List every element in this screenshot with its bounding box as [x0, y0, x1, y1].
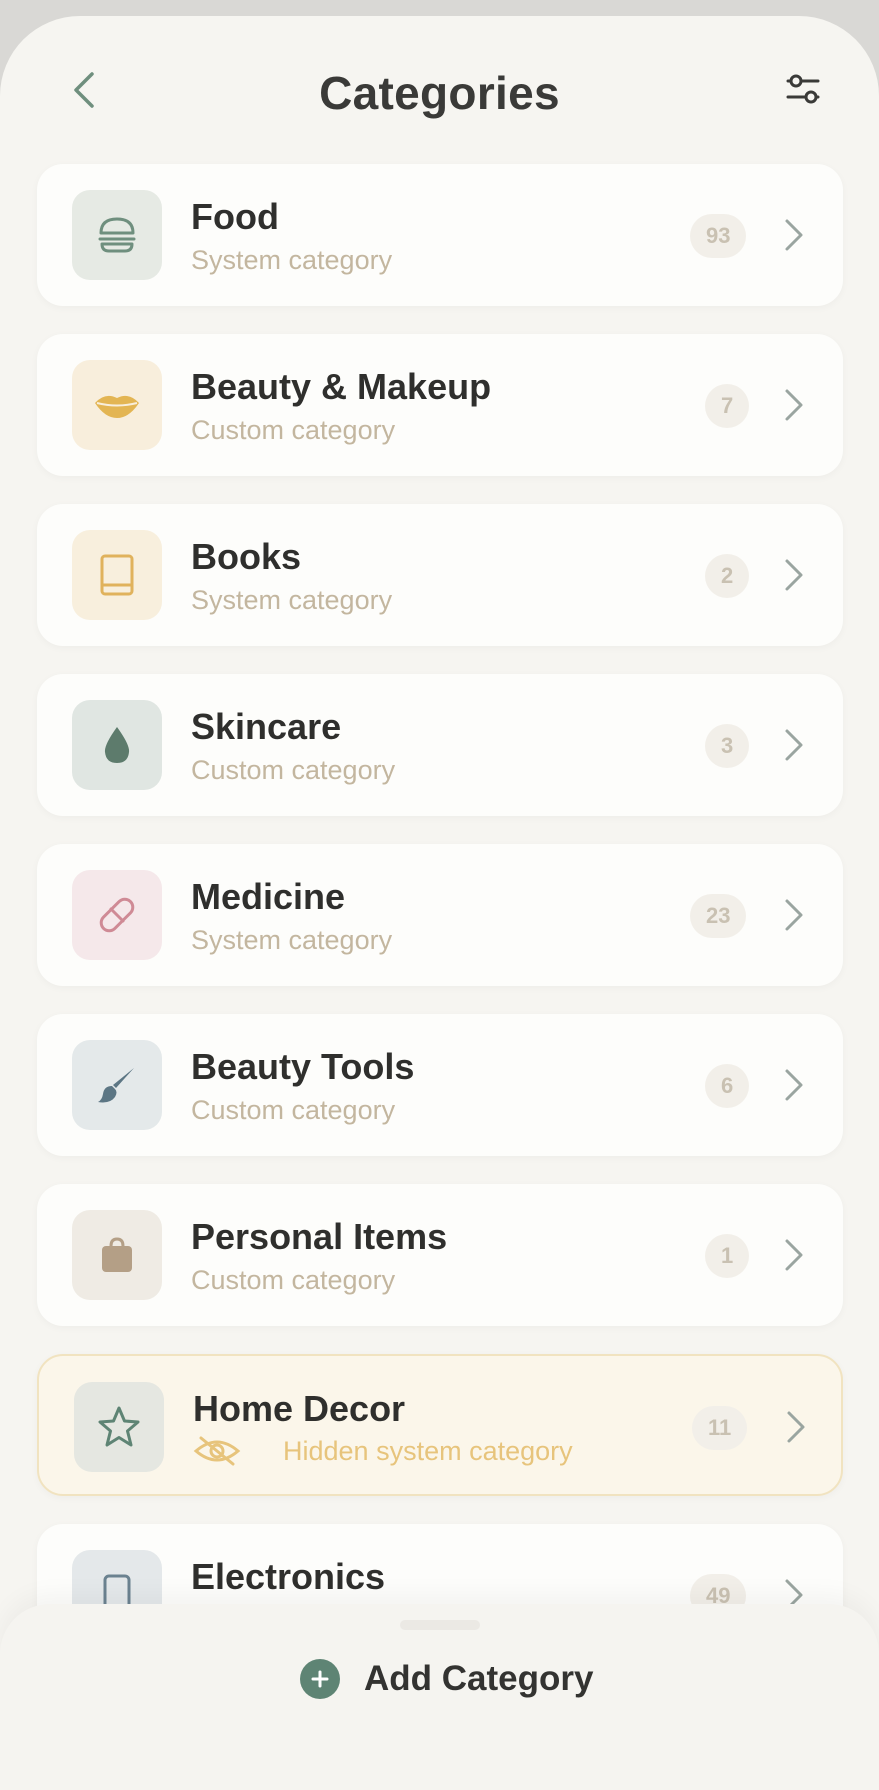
category-icon-box: [72, 530, 162, 620]
category-icon-box: [72, 870, 162, 960]
category-name: Beauty Tools: [191, 1046, 415, 1087]
category-name: Beauty & Makeup: [191, 366, 492, 407]
category-icon-box: [72, 1040, 162, 1130]
chevron-right-icon: [785, 219, 803, 251]
plus-icon: [300, 1659, 340, 1699]
chevron-right-icon: [785, 899, 803, 931]
item-count-badge: 7: [705, 384, 750, 428]
eye-off-icon: [193, 1436, 241, 1466]
drop-icon: [104, 727, 130, 763]
category-name: Skincare: [191, 706, 342, 747]
category-card-home-decor[interactable]: Home Decor Hidden system category 11: [37, 1354, 843, 1496]
burger-icon: [98, 217, 136, 253]
item-count-badge: 1: [705, 1234, 750, 1278]
chevron-right-icon: [785, 1239, 803, 1271]
category-name: Personal Items: [191, 1216, 448, 1257]
category-icon-box: [72, 1210, 162, 1300]
category-card-books[interactable]: Books System category 2: [37, 504, 843, 646]
app-screen: Categories Food System category 93 Beaut…: [0, 16, 879, 1790]
filter-button[interactable]: [778, 64, 828, 114]
category-name: Home Decor: [193, 1388, 406, 1429]
category-icon-box: [72, 190, 162, 280]
category-card-beauty-makeup[interactable]: Beauty & Makeup Custom category 7: [37, 334, 843, 476]
chevron-right-icon: [785, 559, 803, 591]
star-icon: [98, 1406, 140, 1447]
category-type: Custom category: [191, 415, 396, 445]
item-count-badge: 2: [705, 554, 750, 598]
category-type: Custom category: [191, 1095, 396, 1125]
category-name: Food: [191, 196, 279, 237]
page-title: Categories: [319, 67, 560, 119]
hidden-status: Hidden system category: [193, 1435, 573, 1467]
lips-icon: [95, 395, 139, 418]
category-type: Custom category: [191, 1265, 396, 1295]
add-category-label: Add Category: [364, 1659, 594, 1698]
pill-icon: [99, 897, 135, 933]
item-count-badge: 11: [692, 1406, 748, 1450]
category-type: System category: [191, 245, 393, 275]
chevron-right-icon: [785, 1069, 803, 1101]
category-card-beauty-tools[interactable]: Beauty Tools Custom category 6: [37, 1014, 843, 1156]
brush-icon: [98, 1068, 134, 1103]
category-card-personal-items[interactable]: Personal Items Custom category 1: [37, 1184, 843, 1326]
chevron-right-icon: [785, 729, 803, 761]
item-count-badge: 3: [705, 724, 750, 768]
category-name: Electronics: [191, 1556, 386, 1597]
sliders-icon: [786, 74, 820, 104]
category-type: System category: [191, 585, 393, 615]
book-icon: [100, 554, 134, 596]
category-name: Books: [191, 536, 302, 577]
chevron-right-icon: [785, 389, 803, 421]
category-card-skincare[interactable]: Skincare Custom category 3: [37, 674, 843, 816]
category-type: Hidden system category: [283, 1435, 573, 1466]
category-icon-box: [72, 360, 162, 450]
bottom-sheet: Add Category: [0, 1604, 879, 1790]
category-type: Custom category: [191, 755, 396, 785]
category-card-medicine[interactable]: Medicine System category 23: [37, 844, 843, 986]
header: Categories: [0, 16, 879, 166]
drag-handle[interactable]: [400, 1620, 480, 1630]
category-type: System category: [191, 925, 393, 955]
category-icon-box: [72, 700, 162, 790]
item-count-badge: 6: [705, 1064, 750, 1108]
add-category-button[interactable]: Add Category: [300, 1644, 600, 1714]
item-count-badge: 23: [690, 894, 747, 938]
category-icon-box: [74, 1382, 164, 1472]
chevron-right-icon: [787, 1411, 805, 1443]
item-count-badge: 93: [690, 214, 747, 258]
category-name: Medicine: [191, 876, 346, 917]
category-card-food[interactable]: Food System category 93: [37, 164, 843, 306]
bag-icon: [102, 1237, 132, 1272]
